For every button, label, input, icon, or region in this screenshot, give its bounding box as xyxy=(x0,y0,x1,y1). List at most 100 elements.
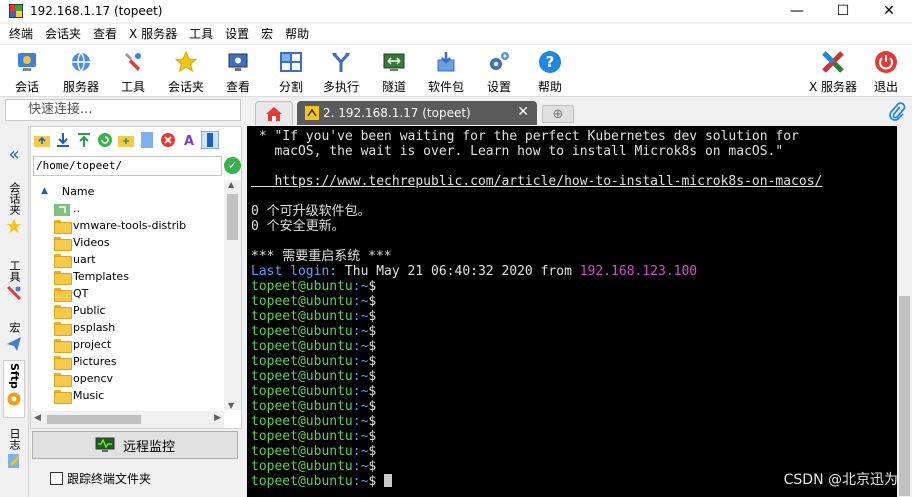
list-item[interactable]: QT xyxy=(31,285,224,302)
remote-monitor-button[interactable]: 远程监控 xyxy=(32,431,238,459)
tools-button[interactable]: 工具 xyxy=(120,49,146,95)
scroll-thumb[interactable] xyxy=(899,296,910,496)
tab-session-2[interactable]: 2. 192.168.1.17 (topeet) ✕ xyxy=(297,101,537,125)
prompt-line: topeet@ubuntu:~$ xyxy=(251,279,376,294)
prompt-line: topeet@ubuntu:~$ xyxy=(251,384,376,399)
folder-icon xyxy=(54,389,72,404)
terminal-line: 0 个安全更新。 xyxy=(251,219,345,234)
prompt-path: :~ xyxy=(352,354,369,369)
scroll-up-icon[interactable]: ▲ xyxy=(228,180,234,189)
path-input[interactable]: /home/topeet/ xyxy=(33,156,222,176)
path-ok-icon[interactable]: ✓ xyxy=(224,157,241,174)
quick-connect-input[interactable]: 快速连接... xyxy=(5,99,241,121)
prompt-path: :~ xyxy=(352,309,369,324)
watermark: CSDN @北京迅为 xyxy=(783,472,898,488)
name-column-header[interactable]: ▲ Name xyxy=(31,182,224,200)
sidebar-tab-log[interactable]: 日志 xyxy=(3,428,25,469)
delete-icon[interactable] xyxy=(159,131,177,149)
list-item[interactable]: Templates xyxy=(31,268,224,285)
new-folder-icon[interactable] xyxy=(117,131,135,149)
prompt-line: topeet@ubuntu:~$ xyxy=(251,309,376,324)
prompt-user: topeet@ubuntu xyxy=(251,324,353,339)
multiexec-icon xyxy=(328,49,354,75)
file-list: ▲ Name .. vmware-tools-distrib Videos ua… xyxy=(31,180,224,410)
menu-help[interactable]: 帮助 xyxy=(279,24,315,44)
menu-sessions[interactable]: 会话夹 xyxy=(39,24,87,44)
list-item[interactable]: vmware-tools-distrib xyxy=(31,217,224,234)
list-item[interactable]: opencv xyxy=(31,370,224,387)
paperclip-icon[interactable] xyxy=(888,102,906,122)
list-item[interactable]: Public xyxy=(31,302,224,319)
terminal-output[interactable]: * "If you've been waiting for the perfec… xyxy=(247,126,897,497)
list-item[interactable]: Music xyxy=(31,387,224,404)
menu-view[interactable]: 查看 xyxy=(87,24,123,44)
scroll-right-icon[interactable]: ▶ xyxy=(214,413,221,423)
sftp-toolbar: A xyxy=(33,131,222,153)
close-tab-icon[interactable]: ✕ xyxy=(517,104,529,120)
list-item[interactable]: uart xyxy=(31,251,224,268)
file-list-horizontal-scrollbar[interactable]: ◀ ▶ xyxy=(31,411,224,428)
tunnel-button[interactable]: 隧道 xyxy=(381,49,407,95)
sidebar-tab-sftp[interactable]: Sftp xyxy=(3,360,25,418)
menu-xserver[interactable]: X 服务器 xyxy=(123,24,183,44)
sidebar-tab-macros[interactable]: 宏 xyxy=(3,322,25,352)
rename-icon[interactable]: A xyxy=(180,131,198,149)
list-item[interactable]: Pictures xyxy=(31,353,224,370)
parent-dir-icon xyxy=(54,203,70,216)
follow-terminal-icon[interactable] xyxy=(201,131,219,149)
prompt-line: topeet@ubuntu:~$ xyxy=(251,474,393,489)
scroll-down-icon[interactable]: ▼ xyxy=(228,401,234,410)
terminal-link[interactable]: https://www.techrepublic.com/article/how… xyxy=(251,174,822,189)
folder-icon xyxy=(54,253,72,268)
checkbox[interactable] xyxy=(50,472,63,485)
scroll-thumb[interactable] xyxy=(47,415,141,424)
prompt-sign: $ xyxy=(368,444,377,459)
upload-icon[interactable] xyxy=(75,131,93,149)
minimize-button[interactable]: — xyxy=(774,0,820,22)
xserver-button[interactable]: X 服务器 xyxy=(809,49,857,95)
menu-terminal[interactable]: 终端 xyxy=(0,24,39,44)
session-button[interactable]: 会话 xyxy=(14,49,40,95)
paper-plane-icon xyxy=(7,337,21,351)
new-file-icon[interactable] xyxy=(138,131,156,149)
menu-settings[interactable]: 设置 xyxy=(219,24,255,44)
settings-button[interactable]: 设置 xyxy=(486,49,512,95)
multiexec-button[interactable]: 多执行 xyxy=(323,49,359,95)
terminal-scrollbar[interactable] xyxy=(897,126,912,497)
prompt-path: :~ xyxy=(352,279,369,294)
window-title: 192.168.1.17 (topeet) xyxy=(30,4,163,18)
sidebar-tab-tools[interactable]: 工具 xyxy=(3,260,25,301)
file-list-vertical-scrollbar[interactable]: ▲ ▼ xyxy=(224,180,241,410)
packages-button[interactable]: 软件包 xyxy=(428,49,464,95)
menu-macros[interactable]: 宏 xyxy=(255,24,279,44)
menu-tools[interactable]: 工具 xyxy=(183,24,219,44)
parent-folder-icon[interactable] xyxy=(33,131,51,149)
main-toolbar: 会话 服务器 工具 会话夹 查看 分割 多执行 隧道 软件包 设置 ? 帮助 X… xyxy=(0,45,912,97)
side-strip: « 会话夹 工具 宏 Sftp 日志 xyxy=(0,126,29,497)
sidebar-tab-sessions[interactable]: 会话夹 xyxy=(3,182,25,234)
list-item[interactable]: .. xyxy=(31,200,224,217)
close-window-button[interactable]: ✕ xyxy=(866,0,912,22)
folder-icon xyxy=(54,304,72,319)
list-item[interactable]: psplash xyxy=(31,319,224,336)
svg-text:?: ? xyxy=(546,53,555,71)
sessions-button[interactable]: 会话夹 xyxy=(168,49,204,95)
maximize-button[interactable]: ☐ xyxy=(820,0,866,22)
follow-terminal-checkbox[interactable]: 跟踪终端文件夹 xyxy=(50,470,151,487)
list-item[interactable]: Videos xyxy=(31,234,224,251)
servers-button[interactable]: 服务器 xyxy=(63,49,99,95)
split-button[interactable]: 分割 xyxy=(278,49,304,95)
download-icon[interactable] xyxy=(54,131,72,149)
folder-icon xyxy=(54,219,72,234)
new-tab-button[interactable]: ⊕ xyxy=(542,105,574,123)
list-item[interactable]: project xyxy=(31,336,224,353)
scroll-thumb[interactable] xyxy=(227,194,238,240)
help-button[interactable]: ? 帮助 xyxy=(537,49,563,95)
view-button[interactable]: 查看 xyxy=(225,49,251,95)
refresh-icon[interactable] xyxy=(96,131,114,149)
exit-button[interactable]: 退出 xyxy=(873,49,899,95)
collapse-sidebar-icon[interactable]: « xyxy=(3,144,25,165)
home-tab[interactable] xyxy=(255,101,293,125)
scroll-left-icon[interactable]: ◀ xyxy=(34,413,41,423)
tab-label: 2. 192.168.1.17 (topeet) xyxy=(323,106,471,120)
